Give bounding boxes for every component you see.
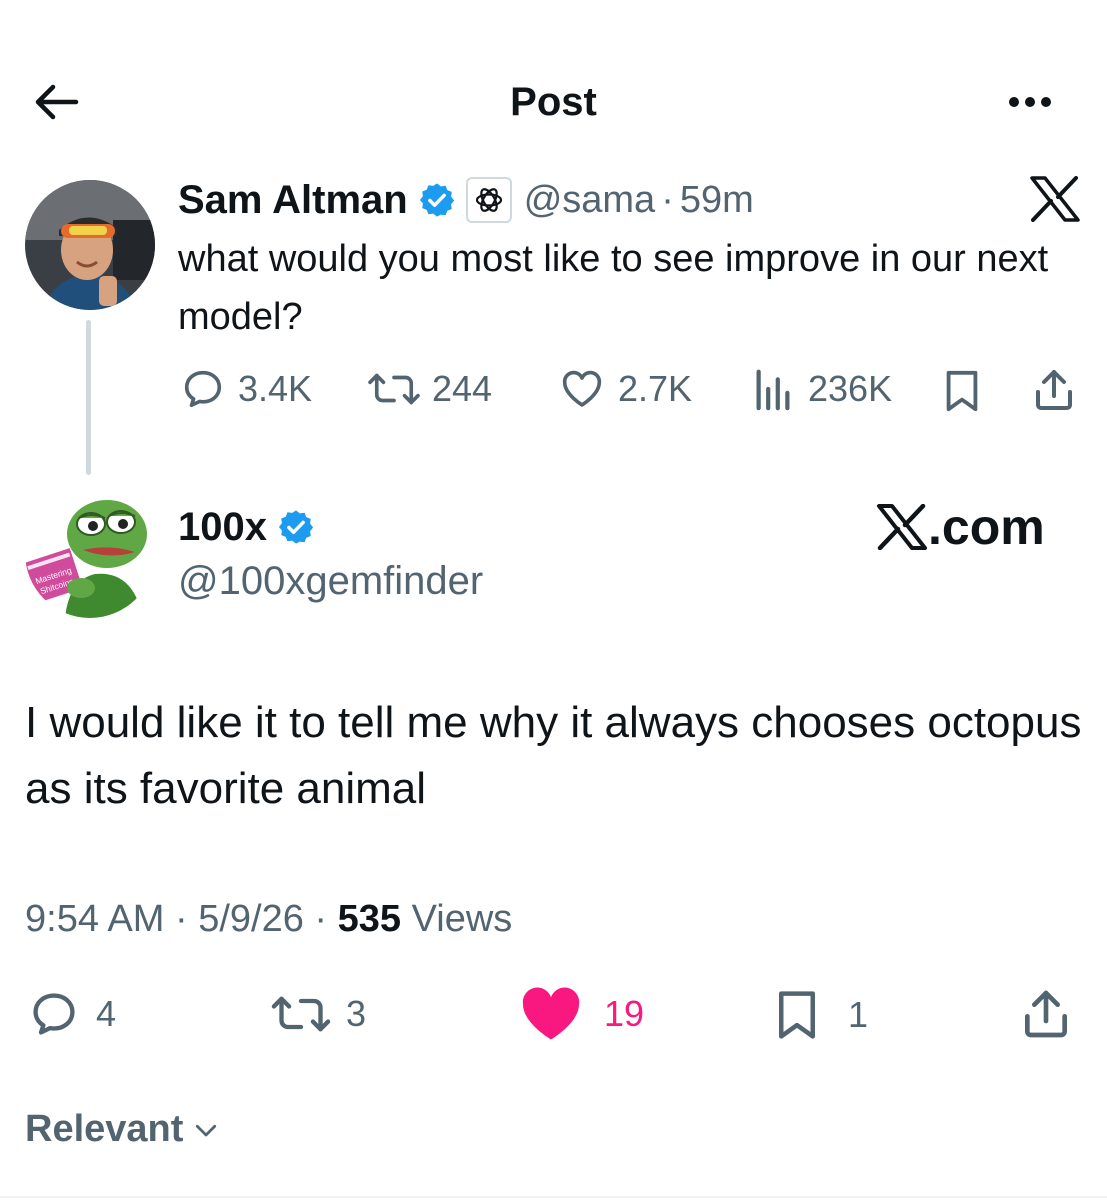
parent-post-text: what would you most like to see improve … [178, 238, 1049, 338]
views-count: 535 [337, 898, 402, 940]
author-handle[interactable]: @sama [524, 179, 656, 222]
verified-badge-icon [278, 510, 314, 544]
reply-icon [184, 370, 222, 408]
share-button[interactable] [1030, 366, 1078, 414]
heart-outline-icon [562, 370, 602, 407]
x-com-text: .com [928, 499, 1045, 555]
thread-connector-line [86, 320, 91, 475]
x-logo-button[interactable] [1030, 176, 1080, 222]
like-count-button[interactable]: 19 [520, 986, 644, 1042]
author-avatar[interactable] [25, 180, 155, 310]
like-count: 2.7K [618, 368, 693, 409]
bookmark-icon [779, 991, 815, 1039]
share-icon [1025, 990, 1067, 1038]
author-name[interactable]: Sam Altman [178, 178, 408, 223]
reply-author-name[interactable]: 100x [178, 505, 267, 550]
x-logo-icon [877, 504, 927, 550]
repost-icon [271, 996, 331, 1032]
meta-separator: · [174, 898, 188, 940]
more-options-icon [1009, 97, 1051, 107]
repost-count: 3 [346, 993, 367, 1034]
reply-post-text: I would like it to tell me why it always… [25, 698, 1082, 813]
page-title: Post [510, 80, 597, 124]
share-button[interactable] [1018, 986, 1074, 1042]
x-com-watermark: .com [876, 498, 1045, 556]
divider [0, 1196, 1107, 1198]
meta-separator: · [661, 178, 674, 221]
reply-count: 4 [96, 993, 117, 1034]
repost-icon [368, 373, 420, 405]
views-label: Views [411, 898, 513, 940]
like-count-button[interactable]: 2.7K [558, 366, 692, 412]
bookmark-count: 1 [848, 994, 869, 1035]
share-icon [1036, 370, 1072, 410]
like-count: 19 [604, 993, 645, 1034]
repost-count: 244 [432, 368, 493, 409]
reply-sort-label: Relevant [25, 1108, 184, 1150]
reply-author-avatar[interactable]: Mastering Shitcoins [25, 488, 155, 618]
x-logo-icon [1030, 176, 1080, 222]
analytics-icon [756, 369, 790, 411]
bookmark-count-button[interactable]: 1 [772, 988, 868, 1042]
meta-separator: · [314, 898, 328, 940]
repost-count-button[interactable]: 244 [366, 366, 492, 412]
reply-icon [33, 993, 75, 1035]
verified-badge-icon [419, 183, 454, 217]
parent-author-row: Sam Altman @sama · 59m [178, 176, 754, 224]
post-time[interactable]: 9:54 AM [25, 898, 164, 940]
reply-author-row: 100x [178, 502, 315, 552]
reply-author-handle[interactable]: @100xgemfinder [178, 556, 483, 606]
reply-sort-dropdown[interactable]: Relevant [25, 1108, 221, 1151]
repost-count-button[interactable]: 3 [270, 988, 366, 1040]
affiliate-badge[interactable] [465, 177, 512, 223]
reply-count-button[interactable]: 4 [28, 988, 116, 1040]
openai-logo-icon [475, 188, 502, 212]
reply-count: 3.4K [238, 368, 313, 409]
view-count-button[interactable]: 236K [748, 366, 892, 412]
post-date[interactable]: 5/9/26 [198, 898, 304, 940]
chevron-down-icon [196, 1124, 217, 1136]
bookmark-icon [946, 370, 978, 412]
reply-count-button[interactable]: 3.4K [180, 366, 312, 412]
bookmark-button[interactable] [940, 368, 984, 414]
more-options-button[interactable] [1000, 80, 1060, 124]
heart-filled-icon [522, 987, 580, 1040]
post-metadata: 9:54 AM · 5/9/26 · 535 Views [25, 893, 512, 945]
post-time-ago[interactable]: 59m [680, 179, 754, 222]
view-count: 236K [808, 368, 893, 409]
